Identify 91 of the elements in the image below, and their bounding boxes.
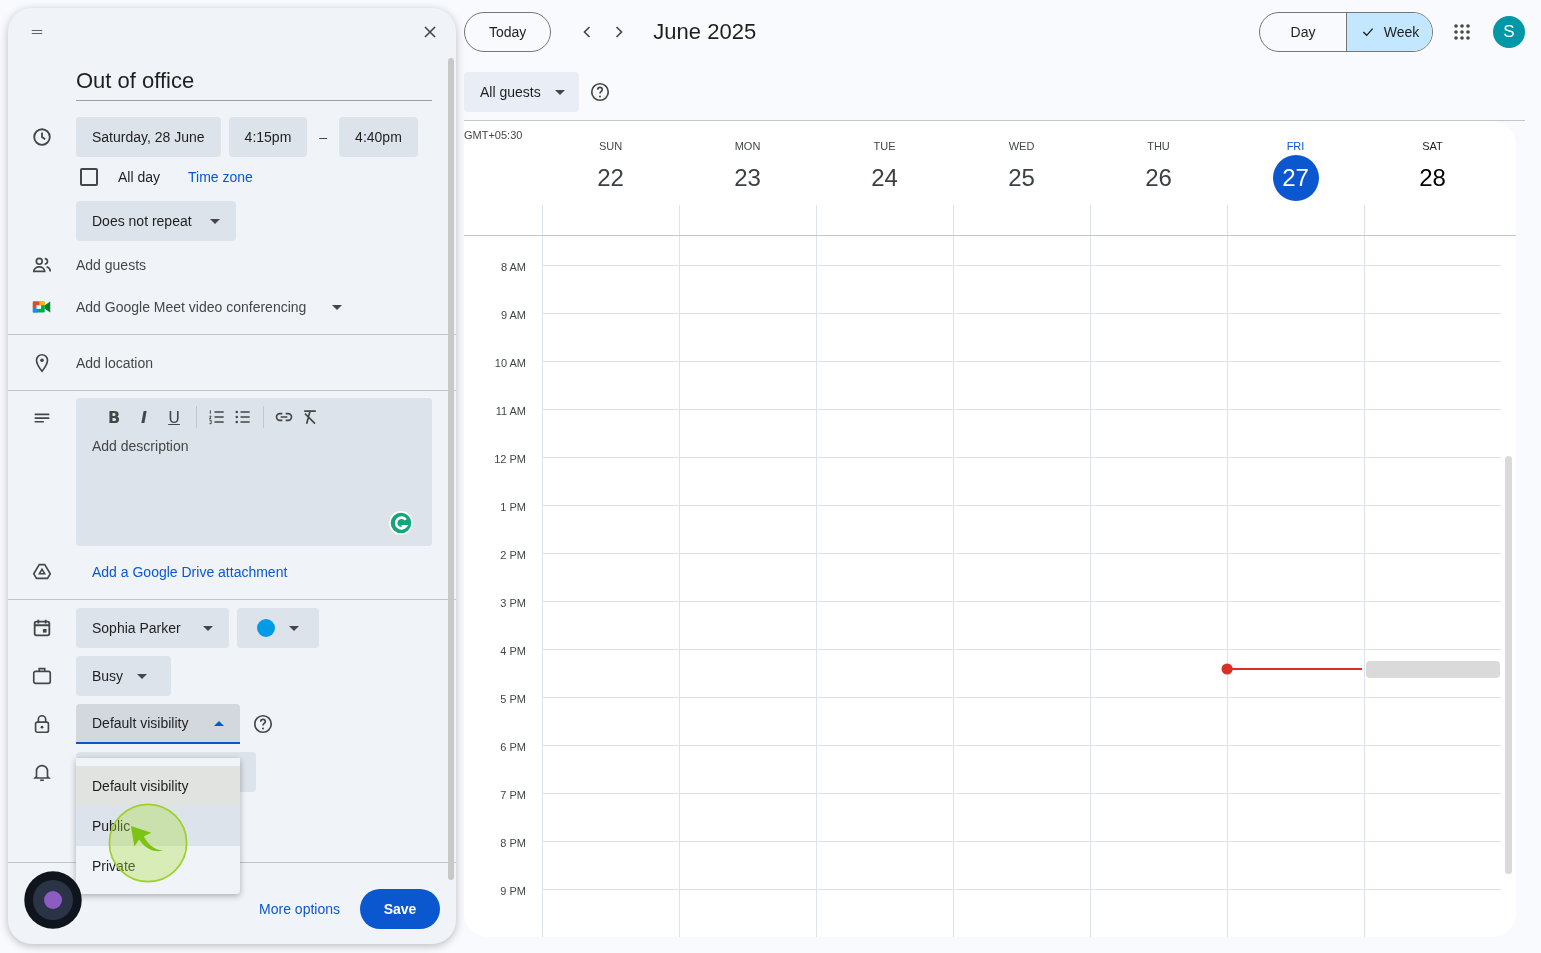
day-number[interactable]: 23 [724, 155, 771, 201]
color-dot [257, 619, 275, 637]
time-label: 9 AM [500, 309, 526, 321]
time-zone-link[interactable]: Time zone [188, 169, 253, 185]
view-tab[interactable]: Day [1260, 13, 1346, 51]
day-number[interactable]: 24 [861, 155, 908, 201]
time-label: 7 PM [500, 789, 526, 801]
calendar-dropdown[interactable]: Sophia Parker [76, 608, 229, 648]
start-time-button[interactable]: 4:15pm [228, 117, 308, 157]
title-field[interactable]: Out of office [76, 64, 432, 101]
caret-icon [214, 720, 224, 726]
briefcase-icon [31, 665, 53, 687]
hour-row[interactable] [542, 697, 1501, 745]
meet-dropdown[interactable]: Add Google Meet video conferencing [76, 299, 343, 315]
hour-row[interactable] [542, 361, 1501, 409]
weekday-label: THU [1147, 140, 1170, 152]
bold-button[interactable]: B [102, 407, 126, 427]
more-options-link[interactable]: More options [259, 901, 340, 917]
numbered-list-icon[interactable] [207, 407, 227, 427]
caret-icon [554, 89, 565, 95]
day-number[interactable]: 26 [1135, 155, 1182, 201]
view-tab[interactable]: Week [1346, 13, 1432, 51]
draft-event-block[interactable] [1366, 661, 1500, 678]
hour-row[interactable] [542, 457, 1501, 505]
hour-row[interactable] [542, 265, 1501, 313]
weekday-label: TUE [873, 140, 896, 152]
visibility-dropdown[interactable]: Default visibility [76, 704, 240, 744]
weekday-label: MON [734, 140, 761, 152]
hour-row[interactable] [542, 553, 1501, 601]
caret-icon [209, 218, 220, 224]
availability-dropdown[interactable]: Busy [76, 656, 171, 696]
description-field[interactable]: B I U Add description [76, 398, 432, 546]
time-label: 6 PM [500, 741, 526, 753]
time-label: 4 PM [500, 645, 526, 657]
grammar-assistant-icon[interactable] [388, 510, 414, 536]
time-separator: – [319, 129, 328, 145]
save-button[interactable]: Save [360, 889, 440, 929]
weekday-label: SUN [598, 140, 623, 152]
all-day-label: All day [118, 169, 161, 185]
end-time-button[interactable]: 4:40pm [339, 117, 418, 157]
hour-row[interactable] [542, 505, 1501, 553]
add-guests-field[interactable]: Add guests [76, 257, 147, 273]
menu-item[interactable]: Default visibility [76, 766, 240, 806]
time-label: 11 AM [495, 405, 526, 417]
time-label: 10 AM [494, 357, 526, 369]
drive-attachment-link[interactable]: Add a Google Drive attachment [92, 564, 288, 580]
hour-row[interactable] [542, 745, 1501, 793]
hour-row[interactable] [542, 313, 1501, 361]
weekday-label: SAT [1422, 140, 1443, 152]
time-label: 8 PM [500, 837, 526, 849]
day-number[interactable]: 25 [998, 155, 1045, 201]
avatar[interactable]: S [1493, 16, 1525, 48]
clock-icon [31, 126, 53, 148]
caret-icon [332, 304, 343, 310]
color-dropdown[interactable] [237, 608, 319, 648]
help-icon[interactable] [252, 713, 274, 735]
description-placeholder: Add description [92, 438, 190, 454]
all-day-checkbox[interactable] [80, 168, 98, 186]
time-label: 1 PM [500, 501, 526, 513]
time-label: 5 PM [500, 693, 526, 705]
weekday-label: WED [1008, 140, 1035, 152]
italic-button[interactable]: I [132, 407, 156, 427]
caret-icon [137, 673, 148, 679]
hour-row[interactable] [542, 889, 1501, 937]
time-label: 12 PM [494, 453, 526, 465]
time-label: 2 PM [500, 549, 526, 561]
help-icon[interactable] [588, 81, 611, 103]
day-number[interactable]: 27 [1272, 155, 1319, 201]
day-number[interactable]: 28 [1409, 155, 1456, 201]
day-number[interactable]: 22 [587, 155, 634, 201]
month-title: June 2025 [653, 19, 757, 45]
time-label: 3 PM [500, 597, 526, 609]
caret-icon [203, 625, 213, 631]
hour-row[interactable] [542, 841, 1501, 889]
weekday-label: FRI [1286, 140, 1305, 152]
hour-row[interactable] [542, 409, 1501, 457]
hour-row[interactable] [542, 793, 1501, 841]
calendar-icon [31, 617, 53, 639]
recorder-button[interactable] [23, 870, 83, 930]
repeat-dropdown[interactable]: Does not repeat [76, 201, 236, 241]
time-label: 8 AM [500, 261, 526, 273]
underline-button[interactable]: U [162, 407, 186, 427]
caret-icon [289, 625, 299, 631]
guest-filter-dropdown[interactable]: All guests [464, 72, 579, 112]
hour-row[interactable] [542, 601, 1501, 649]
time-label: 9 PM [500, 885, 526, 897]
date-button[interactable]: Saturday, 28 June [76, 117, 221, 157]
hour-row[interactable] [542, 649, 1501, 697]
timezone-label: GMT+05:30 [464, 128, 524, 143]
location-field[interactable]: Add location [76, 355, 154, 371]
apps-icon[interactable] [1453, 23, 1471, 41]
